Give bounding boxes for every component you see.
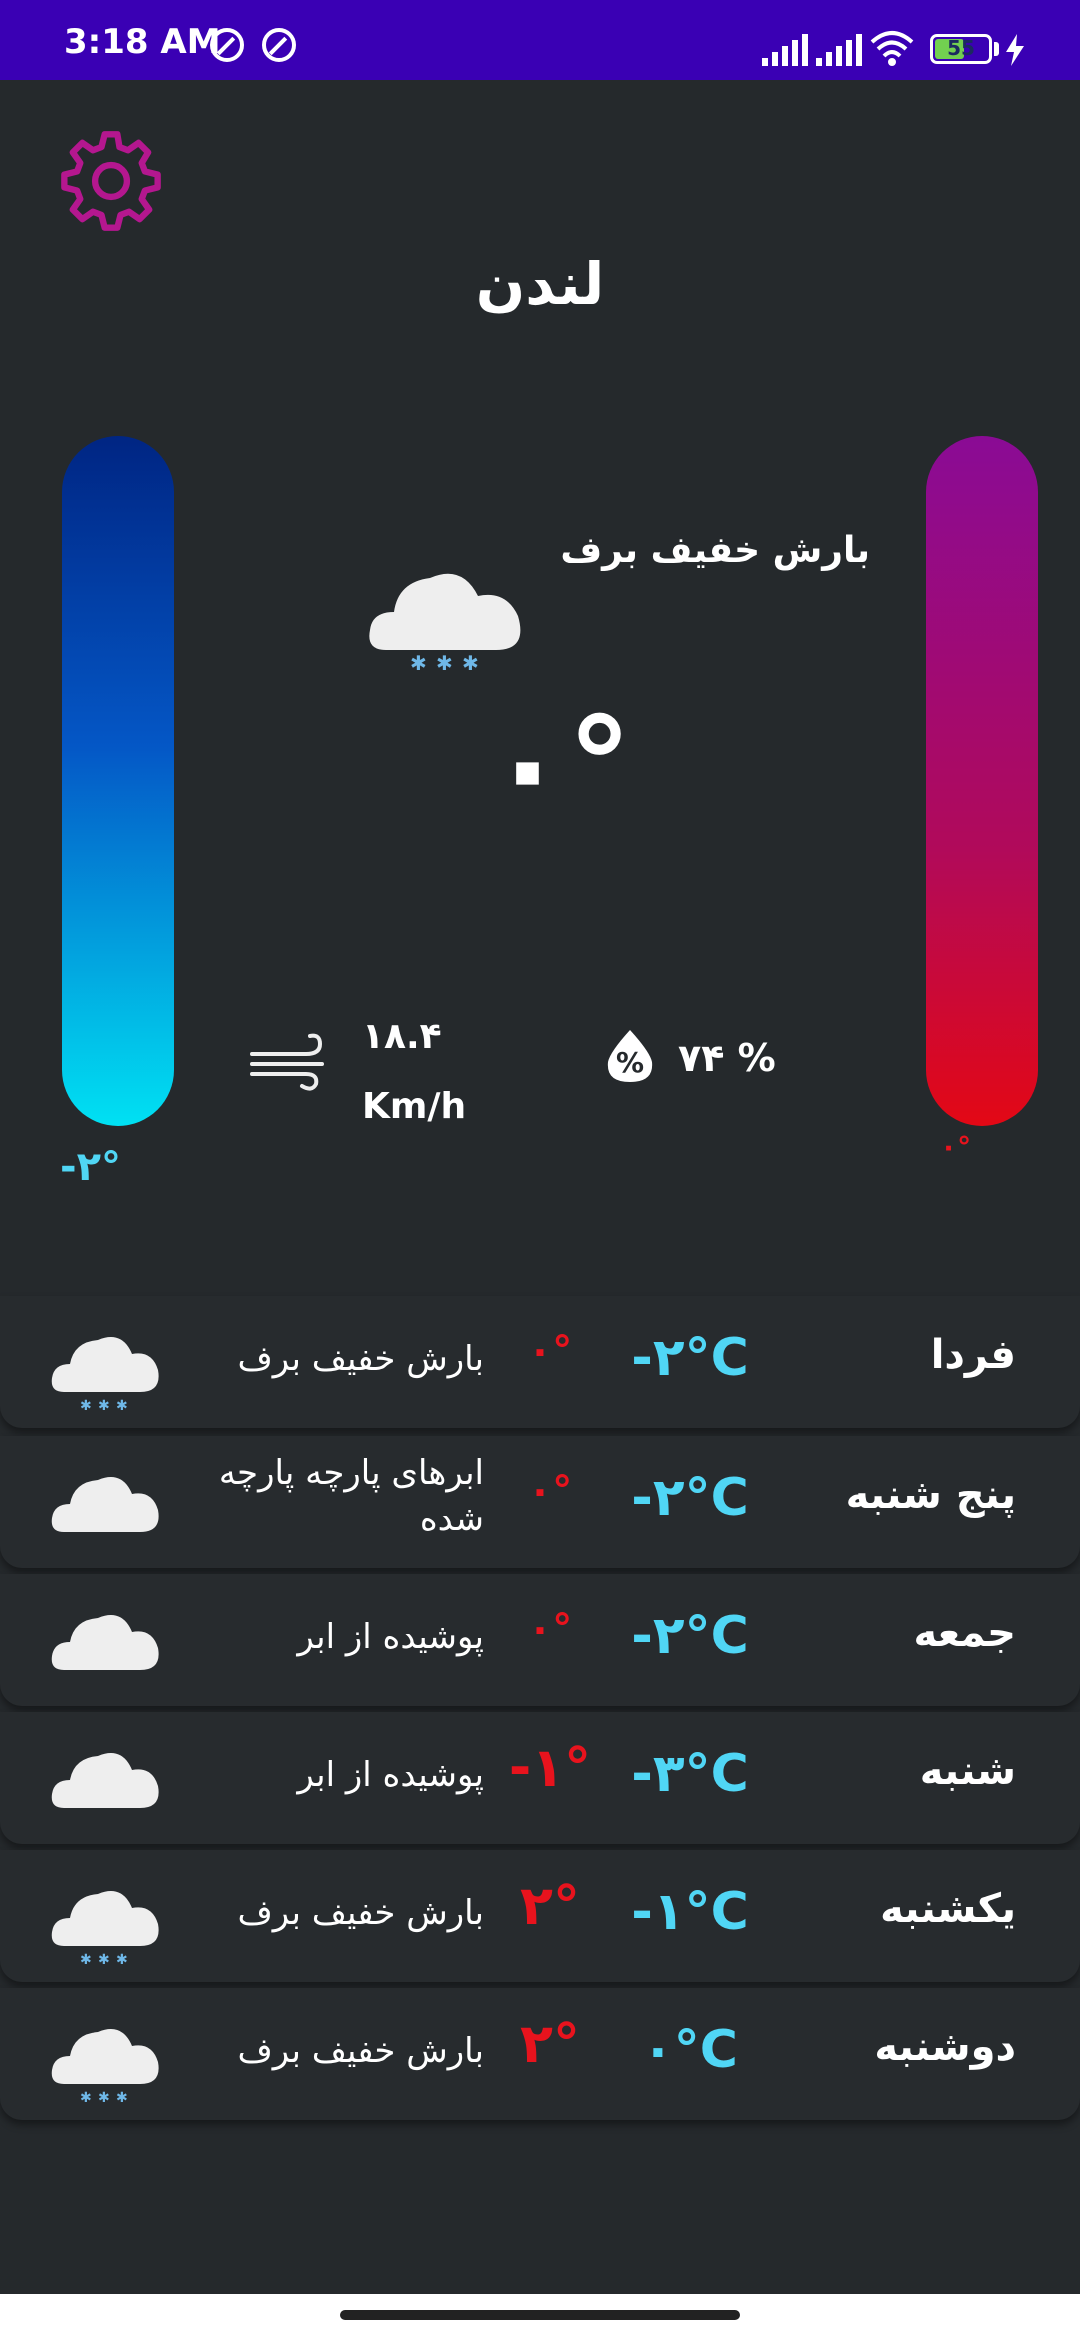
battery-icon: 55 bbox=[930, 34, 992, 64]
status-bar: 3:18 AM 55 bbox=[0, 0, 1080, 80]
snow-cloud-icon: ✱ ✱ ✱ bbox=[51, 2029, 159, 2104]
svg-text:%: % bbox=[616, 1046, 644, 1079]
snow-cloud-icon: ✱ ✱ ✱ bbox=[51, 1891, 159, 1966]
forecast-description: بارش خفیف برف bbox=[237, 2031, 485, 2071]
status-time: 3:18 AM bbox=[64, 22, 221, 62]
forecast-row[interactable]: فردا -۲°C ۰° بارش خفیف برف ✱ ✱ ✱ bbox=[0, 1296, 1080, 1428]
snow-cloud-icon: ✱ ✱ ✱ bbox=[369, 573, 521, 670]
min-temp-bar bbox=[62, 436, 174, 1126]
max-temp-label: ۰° bbox=[940, 1130, 972, 1163]
svg-text:✱: ✱ bbox=[116, 1952, 128, 1966]
forecast-day: شنبه bbox=[919, 1748, 1016, 1794]
signal-icon bbox=[816, 30, 862, 66]
forecast-description: بارش خفیف برف bbox=[237, 1339, 485, 1379]
forecast-high: ۰° bbox=[527, 1468, 573, 1514]
data-saver-icon bbox=[262, 28, 296, 62]
forecast-high: -۱° bbox=[508, 1736, 592, 1799]
home-handle[interactable] bbox=[340, 2310, 740, 2320]
forecast-high: ۲° bbox=[520, 1874, 580, 1937]
signal-icon bbox=[762, 30, 808, 66]
battery-tip bbox=[994, 42, 999, 56]
forecast-low: -۱°C bbox=[631, 1882, 749, 1942]
humidity-value: ۷۴ % bbox=[678, 1036, 776, 1080]
forecast-high: ۰° bbox=[527, 1328, 573, 1374]
forecast-day: پنج شنبه bbox=[845, 1472, 1016, 1518]
forecast-high: ۲° bbox=[520, 2012, 580, 2075]
max-temp-bar bbox=[926, 436, 1038, 1126]
svg-text:✱: ✱ bbox=[410, 651, 427, 670]
forecast-low: -۲°C bbox=[631, 1606, 749, 1666]
forecast-description: پوشیده از ابر bbox=[297, 1755, 484, 1795]
forecast-low: -۳°C bbox=[631, 1744, 749, 1804]
forecast-day: یکشنبه bbox=[880, 1886, 1016, 1932]
forecast-description: بارش خفیف برف bbox=[237, 1893, 485, 1933]
humidity-icon: % bbox=[607, 1030, 653, 1082]
navigation-bar bbox=[0, 2294, 1080, 2340]
city-name: لندن bbox=[475, 250, 605, 318]
svg-text:✱: ✱ bbox=[80, 1952, 92, 1966]
forecast-row[interactable]: دوشنبه ۰°C ۲° بارش خفیف برف ✱ ✱ ✱ bbox=[0, 1988, 1080, 2120]
data-saver-icon bbox=[210, 28, 244, 62]
forecast-day: دوشنبه bbox=[874, 2024, 1016, 2070]
battery-percent: 55 bbox=[947, 36, 975, 60]
cloud-icon bbox=[51, 1477, 159, 1532]
svg-text:✱: ✱ bbox=[116, 2090, 128, 2104]
forecast-description: پوشیده از ابر bbox=[297, 1617, 484, 1657]
forecast-low: -۲°C bbox=[631, 1468, 749, 1528]
svg-text:✱: ✱ bbox=[116, 1398, 128, 1412]
current-condition: بارش خفیف برف bbox=[560, 530, 870, 571]
svg-text:✱: ✱ bbox=[462, 651, 479, 670]
current-temperature: ۰° bbox=[487, 689, 633, 841]
gear-icon[interactable] bbox=[58, 128, 164, 234]
svg-text:✱: ✱ bbox=[80, 1398, 92, 1412]
charging-icon bbox=[1006, 34, 1024, 66]
forecast-row[interactable]: پنج شنبه -۲°C ۰° ابرهای پارچه پارچه شده bbox=[0, 1436, 1080, 1568]
snow-cloud-icon: ✱ ✱ ✱ bbox=[51, 1337, 159, 1412]
min-temp-label: -۲° bbox=[60, 1144, 122, 1190]
cloud-icon bbox=[51, 1615, 159, 1670]
svg-text:✱: ✱ bbox=[98, 1398, 110, 1412]
forecast-description: ابرهای پارچه پارچه شده bbox=[218, 1453, 484, 1539]
svg-text:✱: ✱ bbox=[98, 1952, 110, 1966]
svg-text:✱: ✱ bbox=[436, 651, 453, 670]
cloud-icon bbox=[51, 1753, 159, 1808]
forecast-low: -۲°C bbox=[631, 1328, 749, 1388]
svg-text:✱: ✱ bbox=[80, 2090, 92, 2104]
wind-icon bbox=[250, 1033, 324, 1091]
svg-text:✱: ✱ bbox=[98, 2090, 110, 2104]
forecast-high: ۰° bbox=[527, 1606, 573, 1652]
wifi-icon bbox=[870, 31, 914, 66]
forecast-day: جمعه bbox=[913, 1610, 1016, 1656]
forecast-low: ۰°C bbox=[642, 2020, 738, 2080]
wind-unit: Km/h bbox=[362, 1086, 467, 1127]
forecast-row[interactable]: شنبه -۳°C -۱° پوشیده از ابر bbox=[0, 1712, 1080, 1844]
forecast-row[interactable]: یکشنبه -۱°C ۲° بارش خفیف برف ✱ ✱ ✱ bbox=[0, 1850, 1080, 1982]
forecast-day: فردا bbox=[930, 1332, 1016, 1378]
forecast-row[interactable]: جمعه -۲°C ۰° پوشیده از ابر bbox=[0, 1574, 1080, 1706]
wind-speed: ۱۸.۴ bbox=[362, 1016, 442, 1057]
